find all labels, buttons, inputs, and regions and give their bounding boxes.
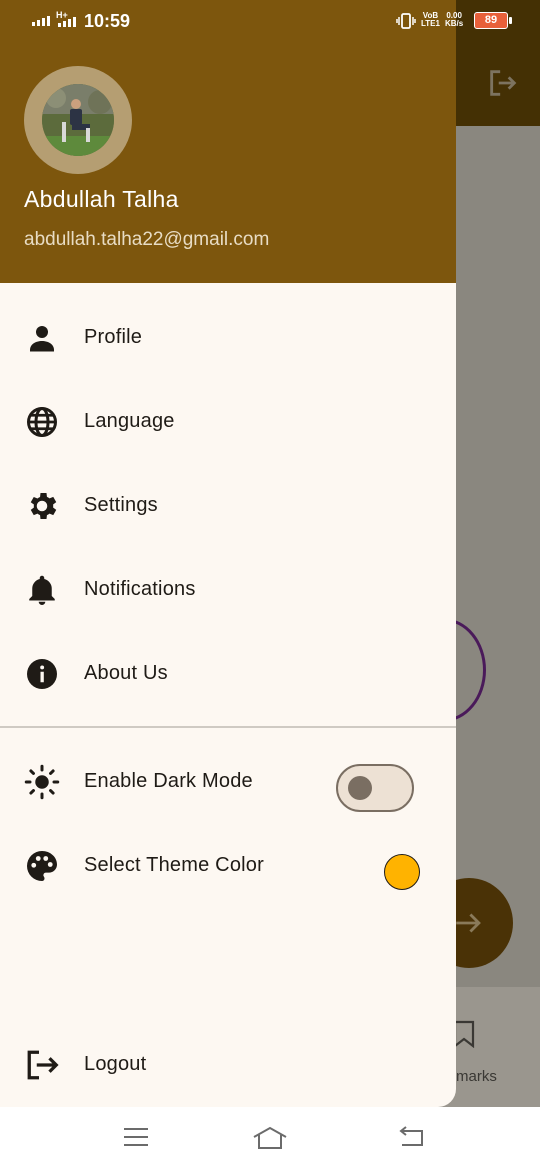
signal-strength-icon xyxy=(32,14,50,26)
menu-item-notifications[interactable]: Notifications xyxy=(0,548,456,632)
menu-item-label: Logout xyxy=(84,1053,147,1075)
bell-icon xyxy=(29,575,55,605)
user-name: Abdullah Talha xyxy=(24,186,179,212)
avatar-photo xyxy=(42,84,114,156)
menu-icon[interactable] xyxy=(122,1125,150,1149)
menu-item-about-us[interactable]: About Us xyxy=(0,632,456,716)
menu-item-language[interactable]: Language xyxy=(0,380,456,464)
network-speed: 0.00 KB/s xyxy=(445,11,464,28)
volte-indicator: VoB LTE1 xyxy=(421,11,440,28)
theme-color-label: Select Theme Color xyxy=(84,854,264,876)
vibrate-icon xyxy=(396,13,416,29)
back-icon[interactable] xyxy=(396,1125,426,1149)
gear-icon xyxy=(30,492,57,520)
user-email: abdullah.talha22@gmail.com xyxy=(24,229,270,250)
theme-color-swatch[interactable] xyxy=(384,854,420,890)
person-icon xyxy=(30,326,54,352)
divider xyxy=(0,726,456,728)
menu-item-logout[interactable]: Logout xyxy=(0,1023,456,1107)
drawer-header: Abdullah Talha abdullah.talha22@gmail.co… xyxy=(0,0,456,283)
palette-icon xyxy=(27,851,57,881)
navigation-drawer: Abdullah Talha abdullah.talha22@gmail.co… xyxy=(0,0,456,1107)
dark-mode-row: Enable Dark Mode xyxy=(0,740,456,824)
arrow-right-icon xyxy=(456,913,481,933)
home-icon[interactable] xyxy=(252,1125,288,1151)
dark-mode-toggle[interactable] xyxy=(336,764,414,812)
theme-color-row[interactable]: Select Theme Color xyxy=(0,824,456,908)
sun-icon xyxy=(24,764,60,800)
dark-mode-label: Enable Dark Mode xyxy=(84,770,253,792)
avatar[interactable] xyxy=(24,66,132,174)
status-bar: H+ 10:59 VoB LTE1 0.00 KB/s 89 xyxy=(0,0,540,42)
menu-item-label: Profile xyxy=(84,326,143,348)
menu-item-settings[interactable]: Settings xyxy=(0,464,456,548)
menu-item-label: Language xyxy=(84,410,175,432)
info-icon xyxy=(27,659,57,689)
toggle-knob xyxy=(348,776,372,800)
menu-item-label: Notifications xyxy=(84,578,196,600)
logout-icon xyxy=(27,1050,59,1080)
bottom-nav-label: marks xyxy=(456,1068,497,1085)
bookmark-icon xyxy=(453,1020,475,1048)
menu-item-label: About Us xyxy=(84,662,168,684)
system-nav-bar xyxy=(0,1107,540,1170)
menu-item-label: Settings xyxy=(84,494,158,516)
menu-item-profile[interactable]: Profile xyxy=(0,296,456,380)
battery-indicator: 89 xyxy=(474,12,512,29)
signal-strength-2-icon xyxy=(58,16,76,27)
globe-icon xyxy=(27,407,57,437)
exit-icon xyxy=(490,70,517,96)
status-time: 10:59 xyxy=(84,11,131,31)
